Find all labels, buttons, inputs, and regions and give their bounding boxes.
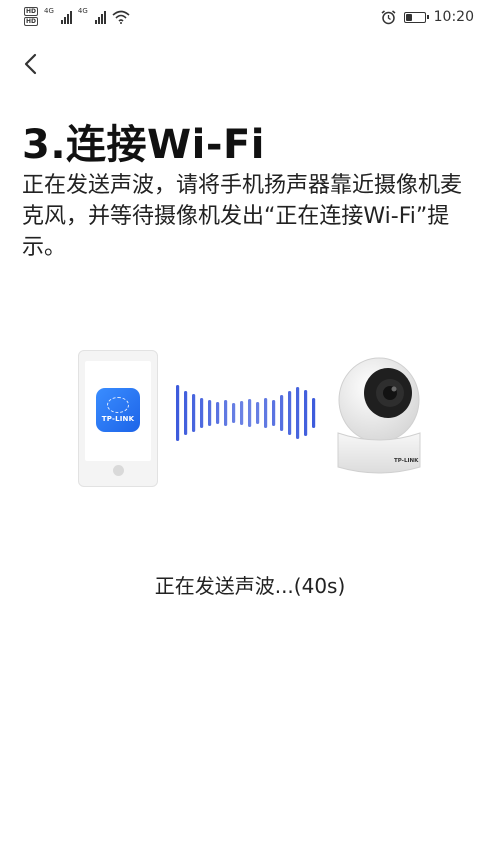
sound-wave-bar	[208, 400, 212, 426]
alarm-icon	[381, 9, 396, 24]
status-left: HD HD 4G 4G	[24, 7, 130, 26]
sound-wave-bar	[176, 385, 180, 441]
camera-brand-label: TP-LINK	[394, 458, 419, 464]
sound-wave-bar	[184, 391, 188, 435]
sound-wave-bar	[200, 398, 204, 428]
sound-wave-bar	[232, 403, 236, 423]
sound-wave-bar	[224, 400, 228, 426]
back-button[interactable]	[18, 50, 46, 78]
status-bar: HD HD 4G 4G 10:20	[0, 0, 500, 36]
hd-indicators: HD HD	[24, 7, 39, 26]
sound-wave-bar	[312, 398, 316, 428]
app-logo-ring	[107, 397, 129, 413]
status-right: 10:20	[381, 9, 474, 25]
sound-wave-bar	[240, 401, 244, 425]
battery-level	[405, 13, 412, 21]
instruction-text: 正在发送声波，请将手机扬声器靠近摄像机麦克风，并等待摄像机发出“正在连接Wi-F…	[22, 173, 463, 260]
hd-badge: HD	[24, 7, 39, 16]
battery-icon	[403, 11, 429, 23]
hd-badge: HD	[24, 17, 39, 26]
phone-illustration: TP-LINK	[78, 350, 158, 487]
signal-icon	[94, 10, 106, 24]
tp-link-app-icon: TP-LINK	[96, 388, 140, 432]
chevron-left-icon	[24, 53, 37, 75]
sending-status-text: 正在发送声波...(40s)	[154, 574, 346, 598]
sound-wave-bar	[264, 398, 268, 428]
sound-wave-bar	[296, 387, 300, 439]
clock: 10:20	[433, 9, 474, 25]
network-type-label: 4G	[44, 6, 54, 15]
sound-wave-bar	[216, 402, 220, 424]
camera-illustration: TP-LINK	[337, 357, 421, 474]
sound-wave-bar	[256, 402, 260, 424]
sound-wave-bar	[272, 400, 276, 426]
sound-wave-bar	[288, 391, 292, 435]
sound-wave-bar	[304, 390, 308, 436]
sound-wave-bar	[192, 394, 196, 432]
app-icon-label: TP-LINK	[101, 415, 135, 423]
home-button-icon	[113, 465, 124, 476]
sound-wave-bar	[248, 399, 252, 427]
wifi-icon	[112, 10, 130, 24]
sound-wave-icon	[176, 385, 316, 441]
network-type-label: 4G	[77, 6, 88, 15]
page-title: 3.连接Wi-Fi	[22, 122, 265, 168]
signal-icon	[60, 10, 72, 24]
sound-wave-bar	[280, 395, 284, 431]
